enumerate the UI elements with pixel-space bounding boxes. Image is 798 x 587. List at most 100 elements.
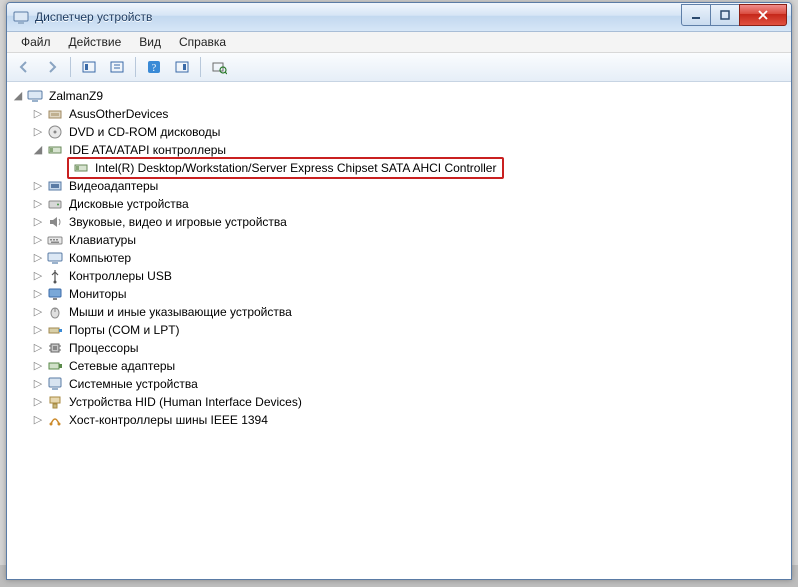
tree-node-label: Системные устройства (67, 375, 200, 393)
window-title: Диспетчер устройств (35, 10, 791, 24)
expand-toggle-icon[interactable]: ▷ (31, 179, 45, 193)
tree-node-label: Контроллеры USB (67, 267, 174, 285)
keyboard-icon (47, 232, 63, 248)
tree-node-label: Дисковые устройства (67, 195, 191, 213)
tree-node-label: Процессоры (67, 339, 141, 357)
port-icon (47, 322, 63, 338)
device-icon (47, 106, 63, 122)
expand-toggle-icon[interactable]: ▷ (31, 359, 45, 373)
toolbar-separator (200, 57, 201, 77)
tree-node-label: Мониторы (67, 285, 128, 303)
tree-node[interactable]: ▷ Контроллеры USB (31, 267, 787, 285)
tree-node-label: Компьютер (67, 249, 133, 267)
expand-toggle-icon[interactable]: ▷ (31, 413, 45, 427)
tree-node-label: Порты (COM и LPT) (67, 321, 182, 339)
tree-node[interactable]: ▷ Сетевые адаптеры (31, 357, 787, 375)
expand-toggle-icon[interactable]: ▷ (31, 107, 45, 121)
expand-toggle-icon[interactable]: ▷ (31, 323, 45, 337)
toolbar-scan-button[interactable] (169, 55, 195, 79)
toolbar-separator (70, 57, 71, 77)
tree-node[interactable]: ▷ Клавиатуры (31, 231, 787, 249)
tree-node[interactable]: ▷ Мониторы (31, 285, 787, 303)
computer-icon (47, 250, 63, 266)
tree-node-ahci-controller[interactable]: ▷Intel(R) Desktop/Workstation/Server Exp… (51, 159, 787, 177)
system-device-icon (47, 376, 63, 392)
usb-icon (47, 268, 63, 284)
window-buttons (682, 4, 787, 24)
tree-node[interactable]: ▷ Компьютер (31, 249, 787, 267)
expand-toggle-icon[interactable]: ▷ (31, 251, 45, 265)
app-icon (13, 9, 29, 25)
toolbar-back-button[interactable] (11, 55, 37, 79)
tree-node[interactable]: ▷ Процессоры (31, 339, 787, 357)
tree-node-label: Видеоадаптеры (67, 177, 160, 195)
tree-node-label: Клавиатуры (67, 231, 138, 249)
network-adapter-icon (47, 358, 63, 374)
hid-icon (47, 394, 63, 410)
toolbar: ? (7, 53, 791, 82)
expand-toggle-icon[interactable]: ▷ (31, 197, 45, 211)
toolbar-forward-button[interactable] (39, 55, 65, 79)
tree-node-label: Сетевые адаптеры (67, 357, 177, 375)
tree-panel[interactable]: ◢ ZalmanZ9 ▷ AsusOtherDevices ▷ DVD и CD-R… (7, 81, 791, 579)
tree-node[interactable]: ▷ Звуковые, видео и игровые устройства (31, 213, 787, 231)
toolbar-separator (135, 57, 136, 77)
menu-file[interactable]: Файл (13, 33, 59, 51)
monitor-icon (47, 286, 63, 302)
expand-toggle-icon[interactable]: ▷ (31, 305, 45, 319)
toolbar-refresh-button[interactable] (206, 55, 232, 79)
expand-toggle-icon[interactable]: ▷ (31, 233, 45, 247)
disc-drive-icon (47, 124, 63, 140)
close-button[interactable] (739, 4, 787, 26)
tree-root[interactable]: ◢ ZalmanZ9 (11, 87, 787, 105)
toolbar-help-button[interactable]: ? (141, 55, 167, 79)
menubar: Файл Действие Вид Справка (7, 32, 791, 53)
maximize-button[interactable] (710, 4, 740, 26)
ide-controller-icon (73, 160, 89, 176)
tree-node[interactable]: ▷ Дисковые устройства (31, 195, 787, 213)
toolbar-show-hidden-button[interactable] (76, 55, 102, 79)
computer-icon (27, 88, 43, 104)
expand-toggle-icon[interactable]: ▷ (31, 395, 45, 409)
expand-toggle-icon[interactable]: ▷ (31, 287, 45, 301)
tree-node[interactable]: ▷ Системные устройства (31, 375, 787, 393)
device-manager-window: Диспетчер устройств Файл Действие Вид Сп… (6, 2, 792, 580)
titlebar[interactable]: Диспетчер устройств (7, 3, 791, 32)
menu-action[interactable]: Действие (61, 33, 130, 51)
toolbar-properties-button[interactable] (104, 55, 130, 79)
tree-node[interactable]: ▷ Хост-контроллеры шины IEEE 1394 (31, 411, 787, 429)
tree-node[interactable]: ▷ DVD и CD-ROM дисководы (31, 123, 787, 141)
processor-icon (47, 340, 63, 356)
minimize-button[interactable] (681, 4, 711, 26)
tree-node-label: Хост-контроллеры шины IEEE 1394 (67, 411, 270, 429)
tree-node[interactable]: ▷ Видеоадаптеры (31, 177, 787, 195)
expand-toggle-icon[interactable]: ◢ (31, 143, 45, 157)
display-adapter-icon (47, 178, 63, 194)
firewire-icon (47, 412, 63, 428)
svg-text:?: ? (152, 63, 157, 74)
tree-node[interactable]: ▷ Мыши и иные указывающие устройства (31, 303, 787, 321)
expand-toggle-icon[interactable]: ▷ (31, 269, 45, 283)
sound-icon (47, 214, 63, 230)
mouse-icon (47, 304, 63, 320)
expand-toggle-icon[interactable]: ▷ (31, 215, 45, 229)
expand-toggle-icon[interactable]: ▷ (31, 125, 45, 139)
tree-root-label: ZalmanZ9 (47, 87, 105, 105)
tree-node-label: Устройства HID (Human Interface Devices) (67, 393, 304, 411)
tree-node-label: Мыши и иные указывающие устройства (67, 303, 294, 321)
menu-help[interactable]: Справка (171, 33, 234, 51)
expand-toggle-icon[interactable]: ▷ (31, 341, 45, 355)
tree-node[interactable]: ▷ Устройства HID (Human Interface Devices… (31, 393, 787, 411)
tree-node-label: DVD и CD-ROM дисководы (67, 123, 222, 141)
tree-node-label: AsusOtherDevices (67, 105, 170, 123)
tree-node-label: Звуковые, видео и игровые устройства (67, 213, 289, 231)
tree-node[interactable]: ▷ AsusOtherDevices (31, 105, 787, 123)
expand-toggle-icon[interactable]: ◢ (11, 89, 25, 103)
ide-controller-icon (47, 142, 63, 158)
menu-view[interactable]: Вид (131, 33, 169, 51)
highlight-box: Intel(R) Desktop/Workstation/Server Expr… (67, 157, 504, 179)
tree-node-label: Intel(R) Desktop/Workstation/Server Expr… (93, 159, 498, 177)
disk-drive-icon (47, 196, 63, 212)
expand-toggle-icon[interactable]: ▷ (31, 377, 45, 391)
tree-node[interactable]: ▷ Порты (COM и LPT) (31, 321, 787, 339)
